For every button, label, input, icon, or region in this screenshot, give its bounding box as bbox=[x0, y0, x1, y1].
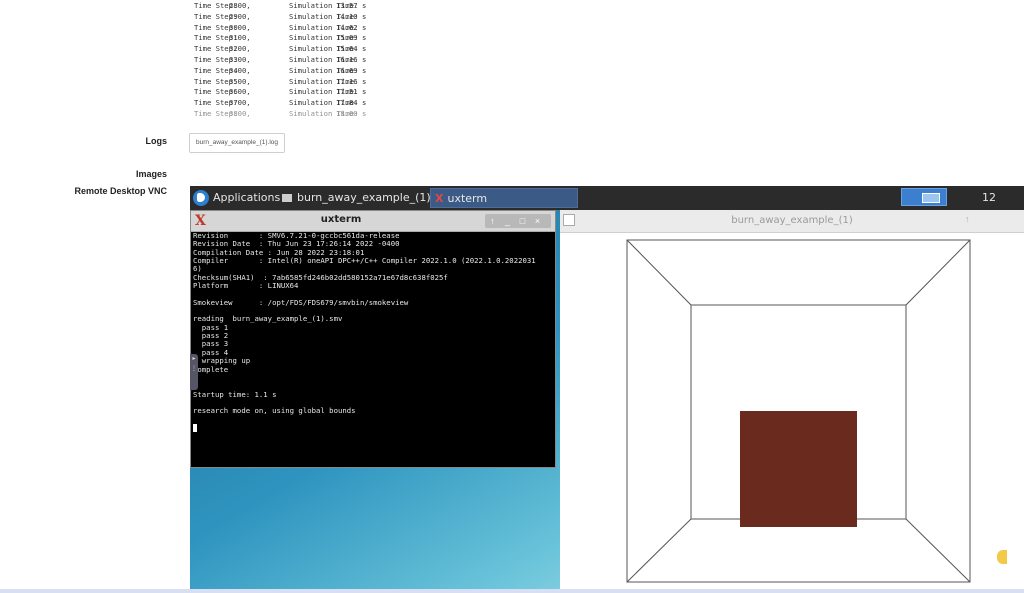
window-controls: ↑ _ □ × bbox=[485, 214, 551, 228]
log-time: 16.16 s bbox=[336, 55, 367, 64]
applications-label: Applications bbox=[213, 191, 281, 204]
log-step: 3200, bbox=[229, 44, 251, 54]
minimize-button[interactable]: _ bbox=[500, 214, 515, 228]
box-corner-line bbox=[905, 518, 971, 583]
log-time: 14.62 s bbox=[336, 22, 367, 32]
terminal-line: Platform : LINUX64 bbox=[193, 281, 299, 291]
burning-obstruction bbox=[740, 411, 857, 527]
terminal-output[interactable]: Revision : SMV6.7.21-0-gccbc561da-releas… bbox=[193, 232, 553, 467]
xfce-logo-icon bbox=[193, 190, 209, 206]
close-button[interactable]: × bbox=[530, 214, 545, 228]
terminal-line: Smokeview : /opt/FDS/FDS679/smvbin/smoke… bbox=[193, 297, 409, 307]
terminal-line: Startup time: 1.1 s bbox=[193, 389, 277, 399]
shade-button[interactable]: ↑ bbox=[485, 214, 500, 228]
maximize-button[interactable]: □ bbox=[515, 214, 530, 228]
terminal-line: pass 3 bbox=[193, 339, 229, 349]
applications-menu[interactable]: Applications bbox=[193, 186, 280, 210]
box-corner-line bbox=[905, 239, 971, 306]
log-time: 15.09 s bbox=[336, 33, 367, 43]
vnc-viewport[interactable]: Applications burn_away_example_(1) Xuxte… bbox=[190, 186, 1024, 589]
terminal-line: research mode on, using global bounds bbox=[193, 406, 356, 416]
log-step: 3500, bbox=[229, 76, 251, 86]
log-step: 2800, bbox=[229, 1, 251, 10]
smokeview-window[interactable]: burn_away_example_(1) ↑ bbox=[560, 210, 1024, 589]
uxterm-window[interactable]: X uxterm ↑ _ □ × Revision : SMV6.7.21-0-gcc… bbox=[190, 210, 556, 468]
log-step: 3100, bbox=[229, 33, 251, 43]
log-time: 17.51 s bbox=[336, 87, 367, 97]
log-time: 13.57 s bbox=[336, 1, 367, 10]
terminal-line: wrapping up bbox=[193, 356, 251, 366]
images-label: Images bbox=[135, 169, 167, 179]
taskbar: Applications burn_away_example_(1) Xuxte… bbox=[190, 186, 1024, 210]
smokeview-3d-view[interactable] bbox=[560, 233, 1024, 589]
terminal-line: complete bbox=[193, 364, 229, 374]
window-icon bbox=[282, 194, 292, 202]
log-step: 3800, bbox=[229, 109, 251, 118]
terminal-line: reading burn_away_example_(1).smv bbox=[193, 314, 343, 324]
taskbar-item-uxterm[interactable]: Xuxterm bbox=[430, 188, 578, 208]
log-step: 2900, bbox=[229, 11, 251, 21]
taskbar-item-label: uxterm bbox=[447, 192, 488, 205]
log-output: Time Step: 2800, Simulation Time: 13.57 s Ti… bbox=[188, 0, 428, 118]
box-corner-line bbox=[626, 518, 692, 583]
log-time: 15.64 s bbox=[336, 44, 367, 54]
remote-desktop-label: Remote Desktop VNC bbox=[74, 186, 167, 196]
terminal-line: Compiler : Intel(R) oneAPI DPC++/C++ Com… bbox=[193, 256, 536, 266]
log-step: 3000, bbox=[229, 22, 251, 32]
log-step: 3600, bbox=[229, 87, 251, 97]
window-title: uxterm bbox=[320, 214, 362, 225]
terminal-line: pass 1 bbox=[193, 322, 229, 332]
shade-button[interactable]: ↑ bbox=[965, 214, 970, 224]
log-step: 3700, bbox=[229, 98, 251, 108]
clock: 12 bbox=[982, 191, 996, 204]
smokeview-titlebar[interactable]: burn_away_example_(1) ↑ bbox=[560, 210, 1024, 233]
panel-handle[interactable]: ▸ ⋮ bbox=[190, 354, 198, 390]
log-time: 18.00 s bbox=[336, 109, 367, 118]
uxterm-titlebar[interactable]: X uxterm ↑ _ □ × bbox=[191, 211, 555, 232]
taskbar-item-smokeview[interactable]: burn_away_example_(1) bbox=[282, 188, 431, 208]
log-step: 3400, bbox=[229, 65, 251, 75]
log-time: 17.84 s bbox=[336, 98, 367, 108]
log-time: 16.69 s bbox=[336, 65, 367, 75]
workspace-switcher[interactable] bbox=[901, 188, 947, 206]
notification-indicator[interactable] bbox=[997, 550, 1007, 564]
page-bottom-bar bbox=[0, 589, 1024, 593]
log-step: 3300, bbox=[229, 55, 251, 64]
terminal-prompt bbox=[193, 423, 553, 432]
x-terminal-icon: X bbox=[435, 192, 444, 205]
log-file-link[interactable]: burn_away_example_(1).log bbox=[189, 133, 286, 153]
logs-label: Logs bbox=[145, 136, 168, 146]
log-time: 17.16 s bbox=[336, 76, 367, 86]
log-time: 14.10 s bbox=[336, 11, 367, 21]
text-cursor bbox=[193, 423, 197, 432]
terminal-line: pass 2 bbox=[193, 331, 229, 341]
window-title: burn_away_example_(1) bbox=[731, 215, 853, 226]
taskbar-item-label: burn_away_example_(1) bbox=[297, 191, 431, 204]
box-corner-line bbox=[626, 239, 692, 306]
